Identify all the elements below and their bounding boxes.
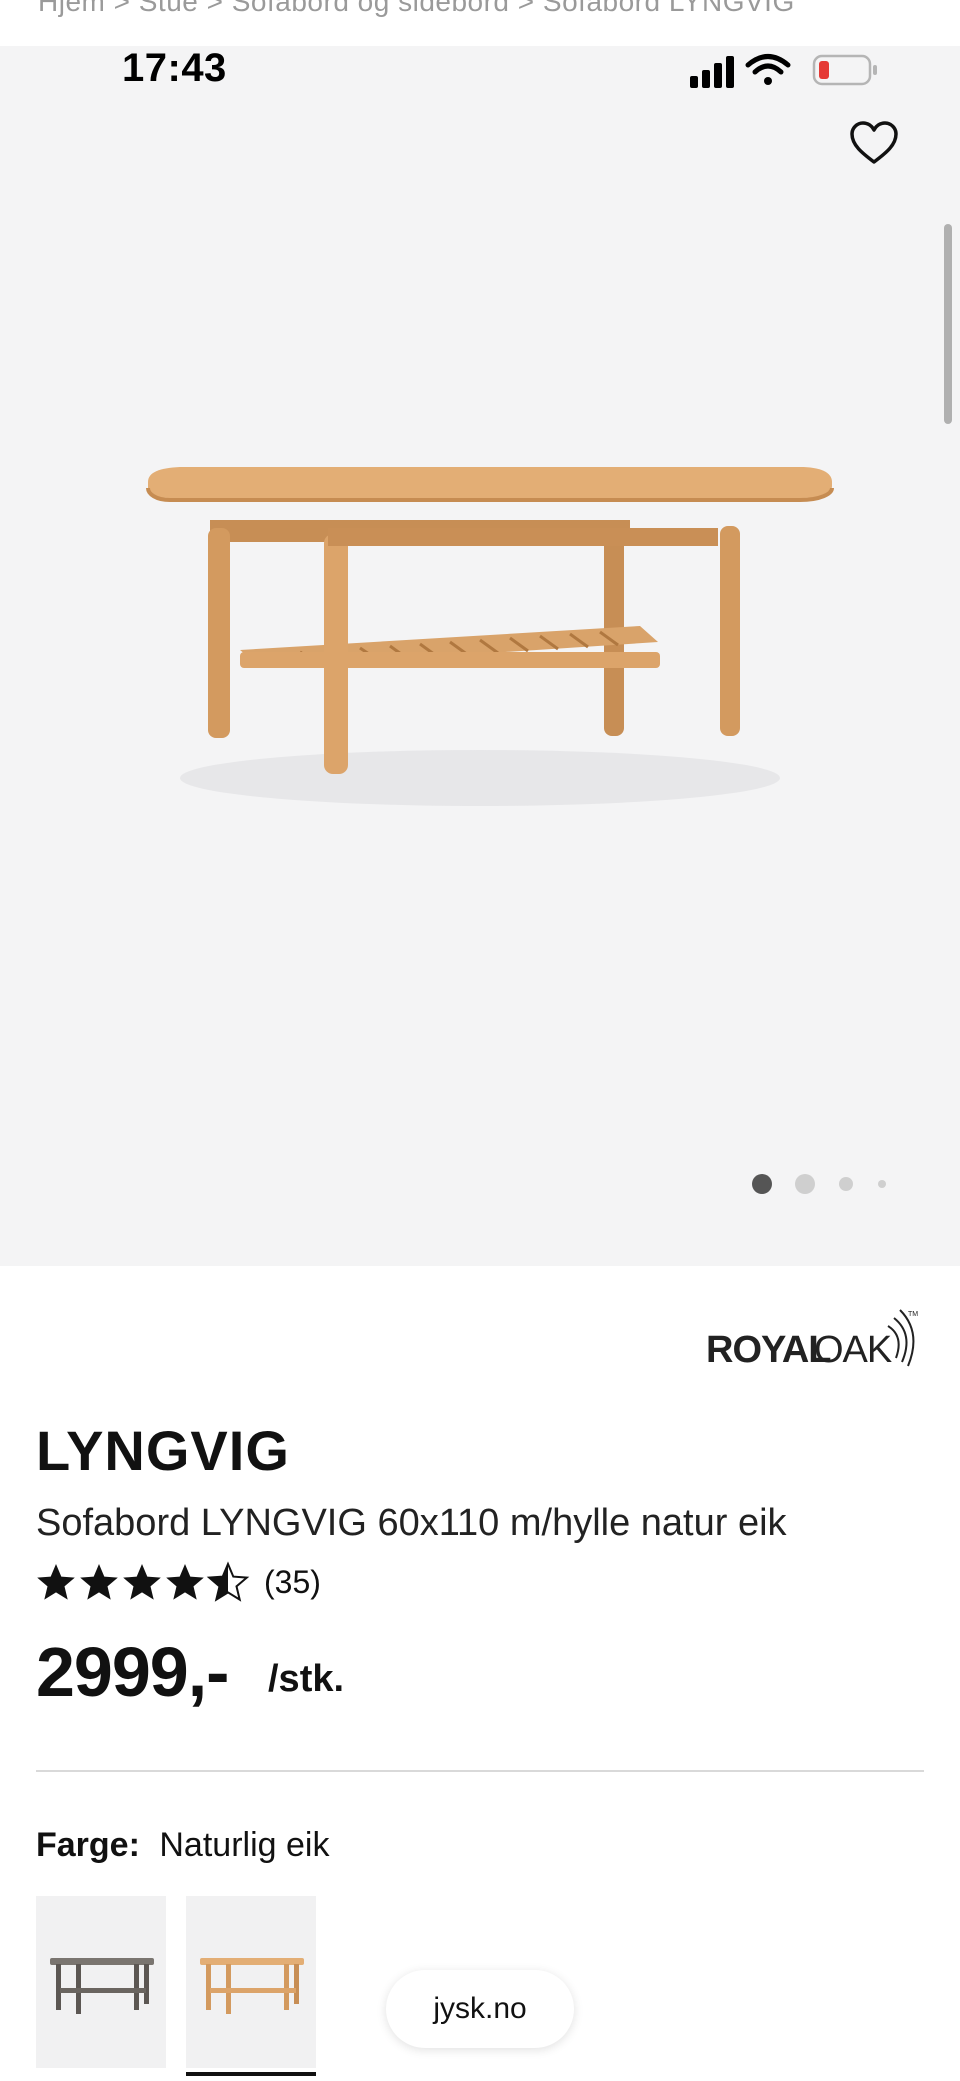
url-text[interactable]: jysk.no <box>433 1992 526 2026</box>
product-title: LYNGVIG <box>36 1419 290 1482</box>
product-image-coffee-table <box>146 467 834 806</box>
product-description: Sofabord LYNGVIG 60x110 m/hylle natur ei… <box>36 1502 787 1544</box>
wifi-icon <box>745 54 791 85</box>
product-rating[interactable]: (35) <box>36 1560 321 1604</box>
heart-icon[interactable] <box>848 120 900 166</box>
browser-url-bar[interactable]: jysk.no <box>386 1970 574 2048</box>
svg-text:TM: TM <box>908 1311 918 1318</box>
color-option-grey[interactable] <box>36 1896 166 2068</box>
price-unit: /stk. <box>268 1658 345 1700</box>
signal-icon <box>690 56 734 88</box>
divider <box>36 1770 924 1772</box>
svg-text:OAK: OAK <box>814 1329 892 1371</box>
rating-stars-icon <box>37 1563 248 1601</box>
grey-table-thumbnail <box>50 1958 154 2014</box>
breadcrumb-text[interactable]: Hjem > Stue > Sofabord og sidebord > Sof… <box>38 0 795 18</box>
scrollbar[interactable] <box>944 224 952 424</box>
carousel-dot-1 <box>752 1174 772 1194</box>
color-label: Farge: <box>36 1826 140 1864</box>
color-selector-label: Farge: Naturlig eik <box>36 1826 329 1865</box>
rating-count[interactable]: (35) <box>264 1564 321 1601</box>
svg-text:ROYAL: ROYAL <box>706 1329 831 1371</box>
brand-logo[interactable]: ROYAL OAK TM <box>700 1306 920 1376</box>
carousel-dot-3 <box>839 1177 853 1191</box>
battery-icon <box>812 54 877 86</box>
status-icons <box>690 54 877 88</box>
breadcrumb[interactable]: Hjem > Stue > Sofabord og sidebord > Sof… <box>0 0 960 46</box>
color-value: Naturlig eik <box>159 1826 330 1864</box>
color-option-natural-oak[interactable] <box>186 1896 316 2076</box>
carousel-dot-2 <box>795 1174 815 1194</box>
oak-table-thumbnail <box>200 1958 304 2014</box>
status-time: 17:43 <box>122 46 227 90</box>
carousel-dots[interactable] <box>746 1170 896 1198</box>
product-price: 2999,- <box>36 1633 229 1711</box>
carousel-dot-4 <box>878 1180 886 1188</box>
